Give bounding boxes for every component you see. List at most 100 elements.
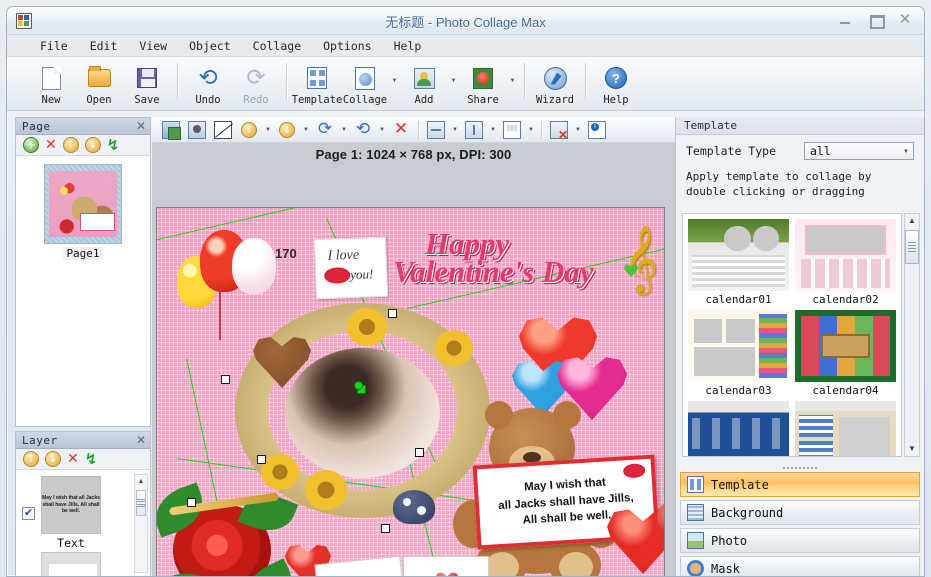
layer-thumbnail[interactable]: May I wish that all Jacks shall have Jil… bbox=[41, 476, 101, 534]
add-page-icon[interactable]: + bbox=[23, 137, 39, 153]
list-item[interactable]: May I wish that all Jacks shall have Jil… bbox=[16, 470, 150, 550]
align-vertical-icon[interactable] bbox=[423, 119, 449, 141]
list-item[interactable]: calendar04 bbox=[795, 310, 896, 397]
scroll-down-icon[interactable]: ▼ bbox=[908, 442, 916, 456]
category-background[interactable]: Background bbox=[680, 500, 920, 525]
toolbar-redo-button[interactable]: ⟳ Redo bbox=[232, 61, 280, 106]
toolbar-wizard-button[interactable]: Wizard bbox=[531, 61, 579, 106]
rotate-right-icon[interactable]: ⟳ bbox=[312, 119, 338, 141]
crop-portrait-icon[interactable] bbox=[184, 119, 210, 141]
template-thumbnail[interactable] bbox=[688, 219, 789, 291]
scroll-up-icon[interactable]: ▲ bbox=[908, 214, 916, 228]
align-horizontal-icon[interactable] bbox=[461, 119, 487, 141]
scroll-up-icon[interactable]: ▲ bbox=[135, 475, 147, 488]
refresh-layer-icon[interactable]: ↯ bbox=[85, 451, 98, 467]
chevron-down-icon[interactable] bbox=[903, 149, 909, 155]
move-page-up-icon[interactable]: ↑ bbox=[62, 137, 79, 153]
print-preview-dropdown-arrow-icon[interactable] bbox=[572, 127, 584, 133]
toolbar-save-button[interactable]: Save bbox=[123, 61, 171, 106]
rotation-center-handle[interactable] bbox=[354, 381, 363, 390]
selection-handle[interactable] bbox=[388, 309, 397, 318]
category-photo[interactable]: Photo bbox=[680, 528, 920, 553]
page-panel-close-icon[interactable]: ✕ bbox=[136, 120, 146, 132]
template-type-select[interactable]: all bbox=[804, 142, 914, 160]
selection-handle[interactable] bbox=[257, 455, 266, 464]
template-thumbnail[interactable] bbox=[795, 401, 896, 456]
layer-scrollbar[interactable]: ▲ bbox=[134, 474, 148, 573]
panel-splitter-handle[interactable] bbox=[676, 464, 924, 471]
list-item[interactable] bbox=[795, 401, 896, 456]
send-backward-icon[interactable]: ↓ bbox=[274, 119, 300, 141]
add-dropdown-arrow-icon[interactable] bbox=[448, 77, 459, 84]
template-thumbnail[interactable] bbox=[688, 401, 789, 456]
photo-couple[interactable] bbox=[285, 348, 440, 478]
list-item[interactable]: calendar03 bbox=[688, 310, 789, 397]
same-size-dropdown-arrow-icon[interactable] bbox=[525, 127, 537, 133]
list-item[interactable] bbox=[16, 550, 150, 576]
bring-forward-dropdown-arrow-icon[interactable] bbox=[262, 127, 274, 133]
selection-handle[interactable] bbox=[415, 448, 424, 457]
rotate-left-dropdown-arrow-icon[interactable] bbox=[376, 127, 388, 133]
share-dropdown-arrow-icon[interactable] bbox=[507, 77, 518, 84]
layer-panel-close-icon[interactable]: ✕ bbox=[136, 434, 146, 446]
category-template[interactable]: Template bbox=[680, 472, 920, 497]
bring-forward-icon[interactable]: ↑ bbox=[236, 119, 262, 141]
menu-edit[interactable]: Edit bbox=[79, 37, 129, 55]
toolbar-open-button[interactable]: Open bbox=[75, 61, 123, 106]
move-layer-up-icon[interactable]: ↑ bbox=[23, 451, 39, 467]
scrollbar-thumb[interactable] bbox=[136, 490, 146, 516]
align-horizontal-dropdown-arrow-icon[interactable] bbox=[487, 127, 499, 133]
heart-envelope[interactable] bbox=[403, 556, 489, 576]
layer-visibility-checkbox[interactable] bbox=[22, 506, 35, 520]
menu-file[interactable]: File bbox=[29, 37, 79, 55]
template-grid[interactable]: calendar01 calendar02 calendar03 calenda… bbox=[682, 213, 902, 457]
toolbar-add-button[interactable]: Add bbox=[400, 61, 448, 106]
delete-page-icon[interactable]: ✕ bbox=[45, 137, 57, 154]
toolbar-new-button[interactable]: New bbox=[27, 61, 75, 106]
move-page-down-icon[interactable]: ↓ bbox=[84, 137, 101, 153]
swap-photo-icon[interactable] bbox=[158, 119, 184, 141]
toolbar-share-button[interactable]: Share bbox=[459, 61, 507, 106]
delete-shape-icon[interactable] bbox=[210, 119, 236, 141]
canvas-area[interactable]: Page 1: 1024 × 768 px, DPI: 300 170 I lo… bbox=[152, 143, 675, 576]
toolbar-undo-button[interactable]: ⟲ Undo bbox=[184, 61, 232, 106]
template-scrollbar[interactable]: ▲ ▼ bbox=[904, 213, 920, 457]
properties-info-icon[interactable] bbox=[584, 119, 610, 141]
list-item[interactable]: calendar01 bbox=[688, 219, 789, 306]
maximize-button[interactable] bbox=[866, 11, 885, 29]
same-size-icon[interactable] bbox=[499, 119, 525, 141]
send-backward-dropdown-arrow-icon[interactable] bbox=[300, 127, 312, 133]
list-item[interactable]: calendar02 bbox=[795, 219, 896, 306]
template-thumbnail[interactable] bbox=[795, 310, 896, 382]
collage-canvas[interactable]: 170 I love you! Happy Valentine's Day 𝄞 bbox=[156, 207, 665, 576]
list-item[interactable] bbox=[688, 401, 789, 456]
category-mask[interactable]: Mask bbox=[680, 556, 920, 576]
collage-dropdown-arrow-icon[interactable] bbox=[389, 77, 400, 84]
delete-layer-icon[interactable]: ✕ bbox=[67, 451, 79, 468]
template-thumbnail[interactable] bbox=[688, 310, 789, 382]
menu-help[interactable]: Help bbox=[383, 37, 433, 55]
love-note-card[interactable]: I love you! bbox=[313, 236, 389, 300]
rotate-right-dropdown-arrow-icon[interactable] bbox=[338, 127, 350, 133]
menu-view[interactable]: View bbox=[128, 37, 178, 55]
menu-object[interactable]: Object bbox=[178, 37, 242, 55]
template-thumbnail[interactable] bbox=[795, 219, 896, 291]
move-layer-down-icon[interactable]: ↓ bbox=[45, 451, 61, 467]
selection-handle[interactable] bbox=[381, 524, 390, 533]
rotate-left-icon[interactable]: ⟲ bbox=[350, 119, 376, 141]
menu-options[interactable]: Options bbox=[312, 37, 382, 55]
selection-handle[interactable] bbox=[187, 498, 196, 507]
delete-object-icon[interactable]: ✕ bbox=[388, 119, 414, 141]
refresh-page-icon[interactable]: ↯ bbox=[107, 137, 120, 153]
align-vertical-dropdown-arrow-icon[interactable] bbox=[449, 127, 461, 133]
menu-collage[interactable]: Collage bbox=[242, 37, 312, 55]
minimize-button[interactable] bbox=[836, 11, 854, 29]
toolbar-help-button[interactable]: ? Help bbox=[592, 61, 640, 106]
close-button[interactable]: ✕ bbox=[896, 11, 914, 29]
toolbar-template-button[interactable]: Template bbox=[292, 61, 342, 106]
toolbar-collage-button[interactable]: Collage bbox=[341, 61, 389, 106]
print-preview-icon[interactable] bbox=[546, 119, 572, 142]
selection-handle[interactable] bbox=[221, 375, 230, 384]
page-thumbnail[interactable] bbox=[44, 164, 122, 244]
layer-thumbnail[interactable] bbox=[41, 552, 101, 576]
